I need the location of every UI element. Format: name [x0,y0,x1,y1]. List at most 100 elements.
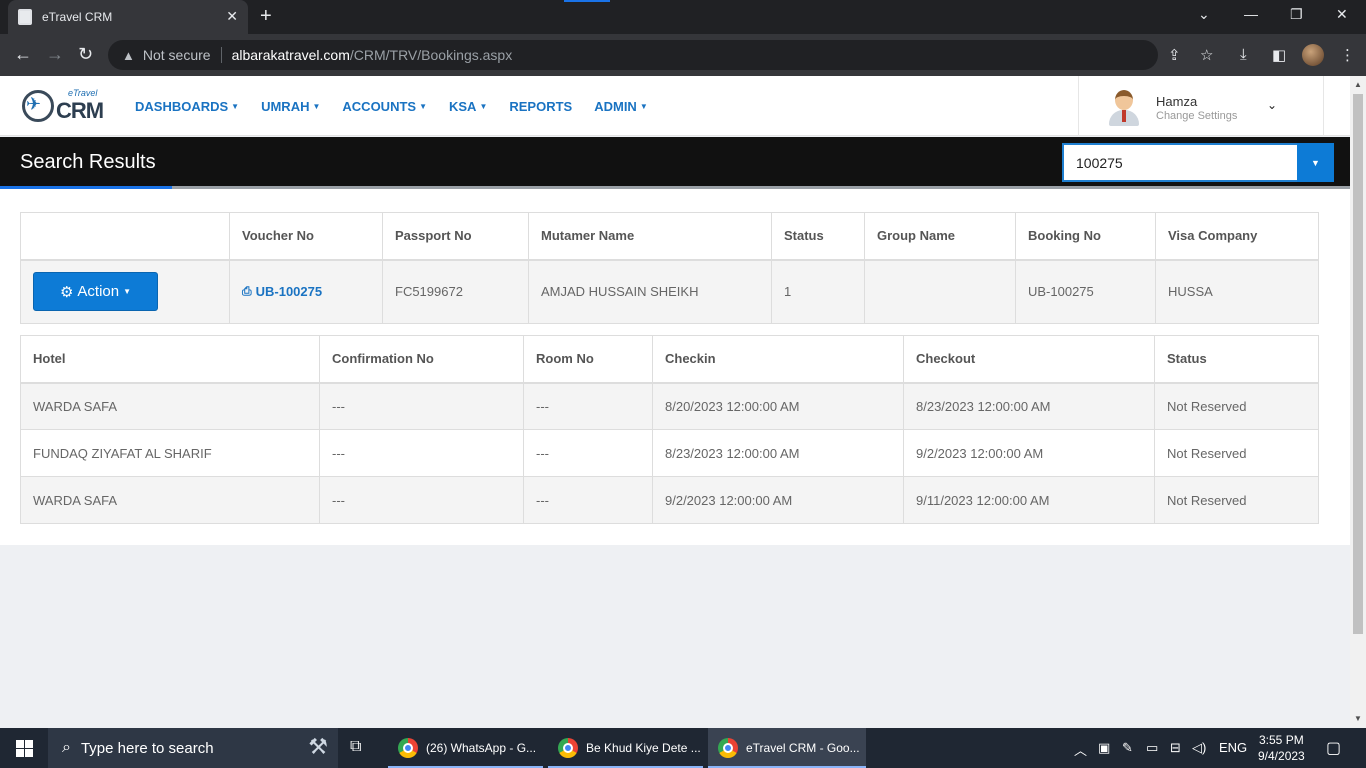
clock-date: 9/4/2023 [1258,749,1305,763]
mutamer-name: AMJAD HUSSAIN SHEIKH [528,259,772,324]
document-icon [18,9,32,25]
page-viewport: ✈ eTravel CRM DASHBOARDS ▼ UMRAH ▼ ACCOUNT… [0,76,1350,728]
search-input[interactable] [1062,143,1297,182]
checkin-date: 8/20/2023 12:00:00 AM [652,382,904,430]
caret-down-icon: ▼ [312,102,321,111]
nav-label: ADMIN [594,99,637,114]
nav-label: REPORTS [509,99,573,114]
column-header: Checkin [652,335,904,384]
checkin-date: 8/23/2023 12:00:00 AM [652,429,904,477]
app-header: ✈ eTravel CRM DASHBOARDS ▼ UMRAH ▼ ACCOUNT… [0,76,1350,136]
task-view-icon[interactable]: ⧉ [350,738,361,756]
taskbar-search[interactable]: ⌕ Type here to search ⚒ [48,728,338,768]
chevron-up-icon[interactable]: ︿ [1074,740,1087,759]
share-icon[interactable]: ⇪ [1168,46,1181,64]
chevron-down-icon[interactable]: ⌄ [1267,98,1277,112]
profile-avatar[interactable] [1302,44,1324,66]
notifications-icon[interactable]: ▢ [1326,738,1341,758]
scroll-up-icon[interactable]: ▲ [1354,80,1362,89]
side-panel-icon[interactable]: ◧ [1272,46,1286,64]
column-header: Group Name [864,212,1016,261]
voucher-no: UB-100275 [255,284,323,300]
language-indicator[interactable]: ENG [1219,740,1247,755]
start-pane [25,740,33,748]
nav-admin[interactable]: ADMIN ▼ [594,99,648,114]
hotel-name: WARDA SAFA [20,382,320,430]
nav-accounts[interactable]: ACCOUNTS ▼ [342,99,427,114]
windows-start-icon[interactable] [16,740,33,757]
scrollbar-thumb[interactable] [1353,94,1363,634]
tab-strip-indicator [564,0,610,2]
nav-umrah[interactable]: UMRAH ▼ [261,99,320,114]
confirmation-no: --- [319,476,524,524]
reservation-status: Not Reserved [1154,382,1319,430]
camera-icon[interactable]: ▣ [1098,740,1110,756]
nav-label: ACCOUNTS [342,99,417,114]
column-header: Voucher No [229,212,383,261]
voucher-link[interactable]: ⎙ UB-100275 [242,284,382,299]
action-button[interactable]: ⚙ Action ▼ [33,272,158,312]
taskbar-app-video[interactable]: Be Khud Kiye Dete ... [548,728,703,768]
download-icon[interactable]: ⤓ [1240,46,1247,63]
user-menu[interactable]: Hamza Change Settings ⌄ [1078,76,1324,136]
restore-icon[interactable]: ❐ [1290,6,1303,23]
checkout-date: 8/23/2023 12:00:00 AM [903,382,1155,430]
booking-table: Voucher No Passport No Mutamer Name Stat… [20,212,1319,324]
group-name [864,259,1016,324]
start-pane [25,749,33,757]
address-bar[interactable]: ▲ Not secure albarakatravel.com/CRM/TRV/… [108,40,1158,70]
taskbar-app-whatsapp[interactable]: (26) WhatsApp - G... [388,728,543,768]
search-group: ▼ [1062,143,1334,182]
column-header: Room No [523,335,653,384]
warning-icon: ▲ [122,47,135,63]
scroll-down-icon[interactable]: ▼ [1354,714,1362,723]
column-header: Status [1154,335,1319,384]
bookmark-star-icon[interactable]: ☆ [1200,46,1213,64]
room-no: --- [523,382,653,430]
column-header: Passport No [382,212,529,261]
caret-down-icon: ▼ [479,102,488,111]
booking-no: UB-100275 [1015,259,1156,324]
hotel-name: WARDA SAFA [20,476,320,524]
system-clock[interactable]: 3:55 PM 9/4/2023 [1258,732,1305,764]
security-label: Not secure [142,47,211,63]
nav-reports[interactable]: REPORTS [509,99,572,114]
user-subtitle: Change Settings [1156,110,1238,122]
volume-icon[interactable]: ◁) [1192,740,1206,756]
nav-dashboards[interactable]: DASHBOARDS ▼ [135,99,239,114]
minimize-icon[interactable]: — [1244,6,1258,22]
back-icon[interactable]: ← [14,44,32,65]
results-content: Voucher No Passport No Mutamer Name Stat… [0,189,1350,545]
column-header: Visa Company [1155,212,1319,261]
nav-ksa[interactable]: KSA ▼ [449,99,487,114]
tools-icon: ⚒ [308,734,328,759]
new-tab-icon[interactable]: + [260,5,272,28]
avatar-head [1115,90,1133,110]
pen-icon[interactable]: ✎ [1122,740,1133,756]
start-pane [16,749,24,757]
page-scrollbar[interactable]: ▲ ▼ [1350,76,1366,728]
search-dropdown-button[interactable]: ▼ [1297,143,1334,182]
confirmation-no: --- [319,429,524,477]
network-icon[interactable]: ⊟ [1170,740,1181,756]
visa-company: HUSSA [1155,259,1319,324]
checkin-date: 9/2/2023 12:00:00 AM [652,476,904,524]
start-pane [16,740,24,748]
user-name: Hamza [1156,94,1198,109]
forward-icon[interactable]: → [46,44,64,65]
taskbar-app-etravel[interactable]: eTravel CRM - Goo... [708,728,866,768]
column-header: Mutamer Name [528,212,772,261]
battery-icon[interactable]: ▭ [1146,740,1158,756]
chrome-icon [558,738,578,758]
tab-search-icon[interactable]: ⌄ [1198,6,1210,23]
table-header-row: Voucher No Passport No Mutamer Name Stat… [20,212,1319,261]
more-menu-icon[interactable]: ⋮ [1340,46,1355,64]
reload-icon[interactable]: ↻ [78,44,93,65]
caret-down-icon: ▼ [1311,157,1320,168]
checkout-date: 9/2/2023 12:00:00 AM [903,429,1155,477]
browser-tab[interactable]: eTravel CRM ✕ [8,0,248,34]
caret-down-icon: ▼ [639,102,648,111]
close-icon[interactable]: ✕ [226,8,238,25]
app-logo[interactable]: ✈ eTravel CRM [22,88,104,126]
window-close-icon[interactable]: ✕ [1336,6,1348,23]
